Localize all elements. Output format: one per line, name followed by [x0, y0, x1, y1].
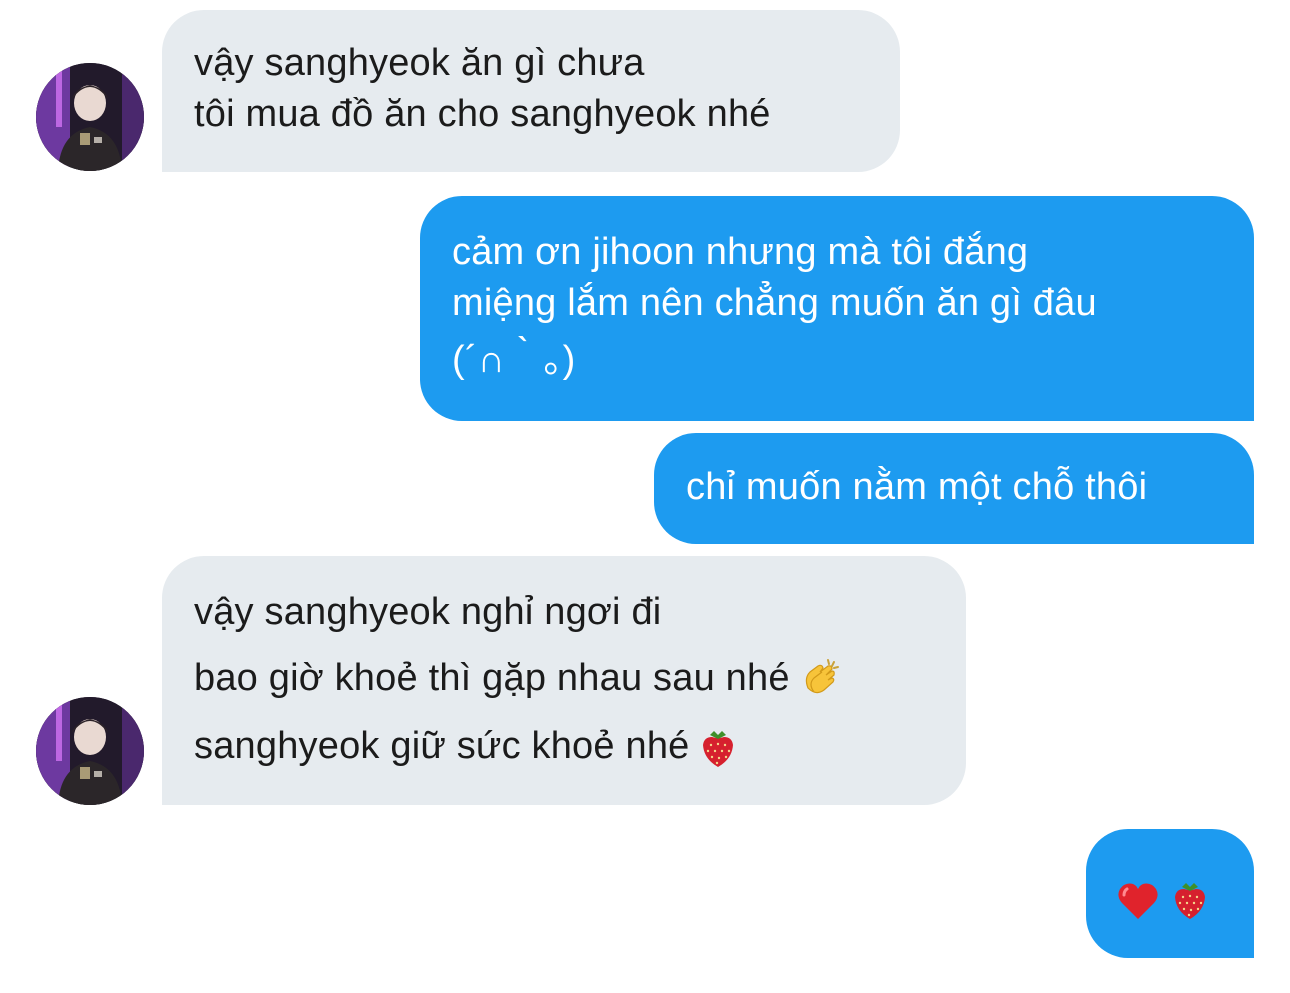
message-text: (´∩｀。): [452, 339, 576, 381]
message-text: vậy sanghyeok ăn gì chưa: [194, 42, 645, 84]
avatar[interactable]: [36, 63, 144, 171]
message-text: miệng lắm nên chẳng muốn ăn gì đâu: [452, 282, 1097, 324]
message-text: sanghyeok giữ sức khoẻ nhé: [194, 725, 690, 767]
strawberry-icon: [698, 727, 738, 769]
message-bubble-incoming[interactable]: vậy sanghyeok nghỉ ngơi đi bao giờ khoẻ …: [162, 556, 966, 805]
message-text: tôi mua đồ ăn cho sanghyeok nhé: [194, 93, 771, 135]
message-bubble-incoming[interactable]: vậy sanghyeok ăn gì chưa tôi mua đồ ăn c…: [162, 10, 900, 172]
message-text: chỉ muốn nằm một chỗ thôi: [686, 466, 1148, 508]
clapping-hands-icon: [798, 658, 842, 702]
message-text: vậy sanghyeok nghỉ ngơi đi: [194, 591, 662, 633]
message-bubble-outgoing[interactable]: cảm ơn jihoon nhưng mà tôi đắng miệng lắ…: [420, 196, 1254, 421]
message-bubble-outgoing[interactable]: chỉ muốn nằm một chỗ thôi: [654, 433, 1254, 544]
strawberry-icon: [1170, 879, 1210, 921]
avatar[interactable]: [36, 697, 144, 805]
red-heart-icon: [1116, 879, 1160, 921]
message-line: bao giờ khoẻ thì gặp nhau sau nhé: [194, 644, 934, 712]
avatar-photo: [36, 63, 144, 171]
message-bubble-outgoing[interactable]: [1086, 829, 1254, 958]
avatar-photo: [36, 697, 144, 805]
message-text: cảm ơn jihoon nhưng mà tôi đắng: [452, 231, 1029, 273]
message-text: bao giờ khoẻ thì gặp nhau sau nhé: [194, 657, 790, 699]
message-line: sanghyeok giữ sức khoẻ nhé: [194, 712, 934, 780]
